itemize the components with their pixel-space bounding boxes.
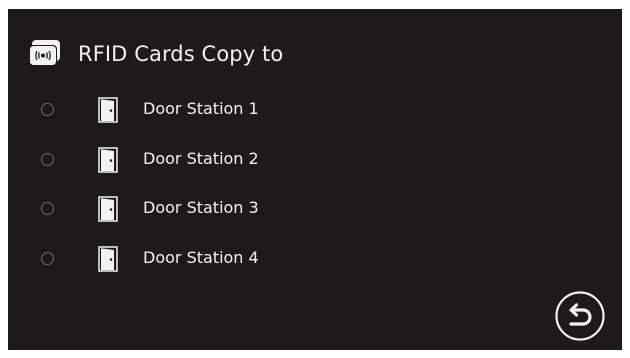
door-station-label: Door Station 4 [143, 247, 259, 267]
door-icon [98, 196, 118, 222]
rfid-card-icon [29, 40, 60, 66]
return-arrow-icon [555, 291, 605, 341]
page-title: RFID Cards Copy to [78, 42, 284, 66]
header: RFID Cards Copy to [28, 36, 283, 72]
radio-button[interactable] [41, 251, 54, 265]
list-item-door-station-2[interactable]: Door Station 2 [8, 139, 622, 189]
door-icon [98, 146, 118, 173]
door-station-label: Door Station 1 [143, 99, 259, 118]
list-item-door-station-3[interactable]: Door Station 3 [8, 188, 622, 238]
radio-button[interactable] [41, 103, 54, 116]
list-item-door-station-1[interactable]: Door Station 1 [8, 89, 622, 139]
back-button[interactable] [554, 290, 606, 342]
list-item-door-station-4[interactable]: Door Station 4 [8, 238, 622, 288]
door-station-label: Door Station 2 [143, 148, 259, 168]
door-station-label: Door Station 3 [143, 198, 259, 217]
screen: RFID Cards Copy to Door Station 1 Door S… [8, 9, 622, 350]
radio-button[interactable] [41, 202, 54, 215]
door-station-list: Door Station 1 Door Station 2 Door Stati… [8, 89, 622, 287]
door-icon [98, 97, 118, 123]
radio-button[interactable] [41, 152, 54, 166]
door-icon [98, 245, 118, 272]
